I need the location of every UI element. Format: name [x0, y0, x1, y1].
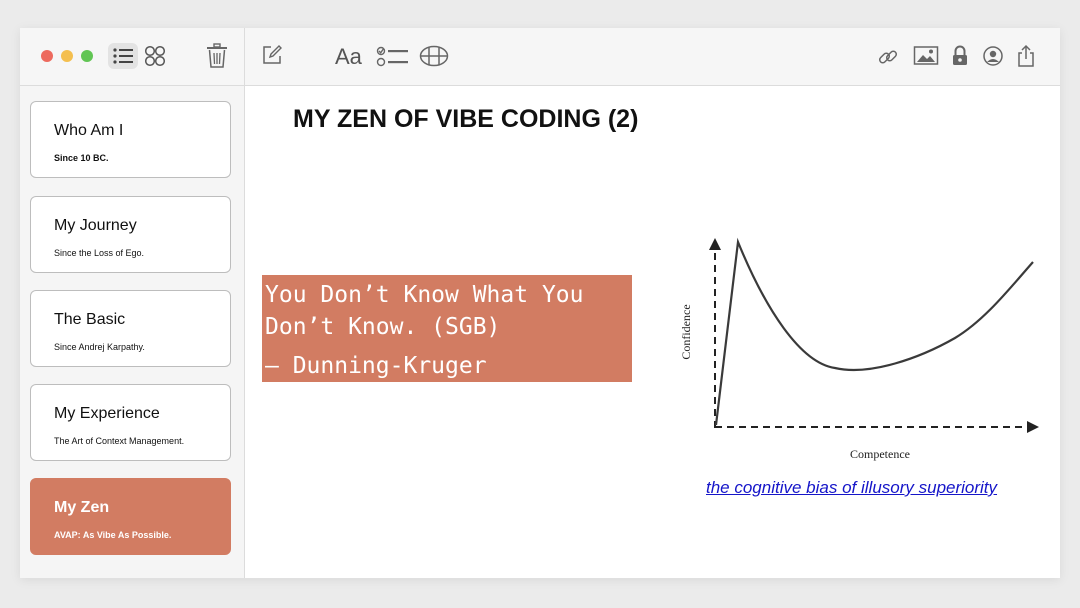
note-item-the-basic[interactable]: The Basic Since Andrej Karpathy.	[30, 290, 231, 367]
gallery-view-icon	[144, 45, 166, 67]
checklist-icon	[376, 46, 408, 67]
compose-button[interactable]	[262, 45, 282, 70]
quote-line-2: Don’t Know. (SGB)	[265, 314, 501, 340]
note-subtitle: AVAP: As Vibe As Possible.	[54, 530, 172, 540]
delete-note-button[interactable]	[206, 43, 228, 74]
y-axis-arrow	[709, 238, 721, 250]
note-title: Who Am I	[54, 122, 124, 139]
share-button[interactable]	[1016, 44, 1036, 73]
trash-icon	[207, 43, 227, 68]
note-editor: Aa MY ZEN OF VIBE CODING (2) You Don’t K…	[245, 28, 1060, 578]
note-subtitle: Since the Loss of Ego.	[54, 248, 145, 258]
sidebar-toolbar	[20, 28, 244, 86]
gallery-view-button[interactable]	[144, 45, 166, 72]
collaborate-icon	[983, 46, 1003, 66]
list-view-icon	[113, 48, 133, 64]
x-axis-arrow	[1027, 421, 1039, 433]
note-title: My Journey	[54, 217, 137, 234]
quote-block: You Don’t Know What You Don’t Know. (SGB…	[262, 275, 632, 382]
note-title: MY ZEN OF VIBE CODING (2)	[293, 105, 639, 133]
quote-line-1: You Don’t Know What You	[265, 282, 584, 308]
minimize-window-button[interactable]	[61, 50, 73, 62]
bias-link[interactable]: the cognitive bias of illusory superiori…	[706, 478, 997, 498]
sidebar: Who Am I Since 10 BC. My Journey Since t…	[20, 28, 245, 578]
chart-xlabel: Competence	[850, 447, 910, 461]
lock-note-button[interactable]	[951, 45, 969, 72]
note-subtitle: The Art of Context Management.	[54, 436, 185, 446]
note-item-my-experience[interactable]: My Experience The Art of Context Managem…	[30, 384, 231, 461]
app-window: Who Am I Since 10 BC. My Journey Since t…	[20, 28, 1060, 578]
note-item-my-zen[interactable]: My Zen AVAP: As Vibe As Possible.	[30, 478, 231, 555]
note-title: My Zen	[54, 499, 110, 516]
zoom-window-button[interactable]	[81, 50, 93, 62]
table-button[interactable]	[419, 45, 449, 72]
note-title: My Experience	[54, 405, 160, 422]
media-icon	[913, 46, 939, 65]
lock-icon	[953, 45, 967, 65]
chart-ylabel: Confidence	[679, 304, 693, 359]
checklist-button[interactable]	[376, 46, 410, 73]
note-title: The Basic	[54, 311, 126, 328]
dunning-kruger-diagram: Confidence Competence	[679, 237, 1039, 461]
list-view-button[interactable]	[108, 43, 138, 69]
table-icon	[419, 45, 449, 67]
note-subtitle: Since 10 BC.	[54, 153, 109, 163]
insert-media-button[interactable]	[913, 45, 939, 72]
confidence-curve	[714, 237, 1034, 426]
editor-toolbar: Aa	[245, 28, 1060, 86]
note-item-who-am-i[interactable]: Who Am I Since 10 BC.	[30, 101, 231, 178]
add-link-button[interactable]	[877, 46, 899, 73]
close-window-button[interactable]	[41, 50, 53, 62]
collaborate-button[interactable]	[982, 45, 1004, 72]
note-item-my-journey[interactable]: My Journey Since the Loss of Ego.	[30, 196, 231, 273]
compose-icon	[263, 45, 282, 64]
link-icon	[878, 50, 898, 64]
note-subtitle: Since Andrej Karpathy.	[54, 342, 145, 352]
share-icon	[1018, 44, 1034, 67]
format-button[interactable]: Aa	[335, 44, 362, 70]
quote-attribution: – Dunning-Kruger	[265, 353, 487, 379]
